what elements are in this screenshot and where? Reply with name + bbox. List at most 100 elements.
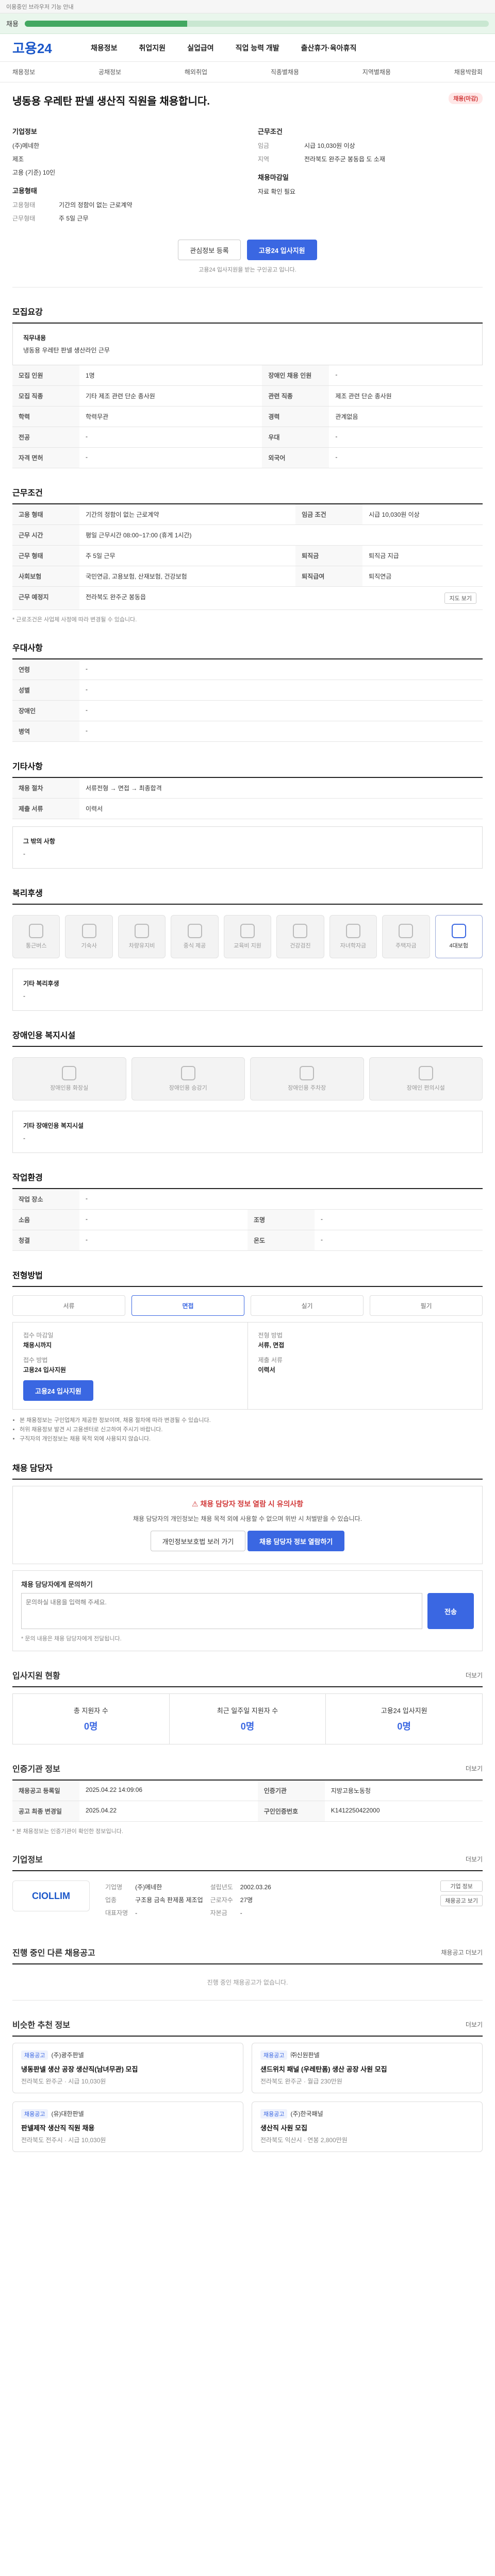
pref-value: - — [79, 721, 483, 742]
similar-card-0[interactable]: 채용공고 (주)광주판넬 냉동판넬 생산 공장 생산직(남녀무관) 모집 전라북도 완… — [12, 2043, 243, 2093]
company-value: 2002.03.26 — [240, 1883, 271, 1891]
warning-icon: ⚠ — [191, 1500, 201, 1508]
other-value: 서류전형 → 면접 → 최종합격 — [79, 778, 483, 799]
gnb-item-leave[interactable]: 출산휴가·육아휴직 — [301, 43, 357, 53]
apply-value: 채용시까지 — [23, 1342, 52, 1349]
disabled-extra-text: - — [23, 1134, 25, 1142]
env-value: - — [79, 1209, 248, 1230]
other-value: 이력서 — [79, 798, 483, 819]
card-company: (주)광주판넬 — [51, 2052, 84, 2059]
pref-key: 장애인 — [12, 700, 79, 721]
welfare-icon — [451, 924, 466, 938]
privacy-law-button[interactable]: 개인정보보호법 보러 가기 — [150, 1531, 246, 1551]
subnav-item-3[interactable]: 직종별채용 — [271, 67, 299, 76]
pref-value: - — [79, 680, 483, 701]
inquiry-box: 채용 담당자에게 문의하기 전송 * 문의 내용은 채용 담당자에게 전달됩니다… — [12, 1570, 483, 1651]
env-key: 청결 — [12, 1230, 79, 1251]
card-title: 냉동판넬 생산 공장 생산직(남녀무관) 모집 — [21, 2065, 138, 2073]
subnav-item-4[interactable]: 지역별채용 — [362, 67, 391, 76]
card-company: (주)한국패널 — [290, 2110, 323, 2117]
cond-key: 퇴직금 — [295, 545, 363, 566]
other-table: 채용 절차 서류전형 → 면접 → 최종합격 제출 서류 이력서 — [12, 778, 483, 819]
welfare-icon — [345, 924, 360, 938]
disabled-facility-item-2: 장애인용 주차장 — [250, 1057, 364, 1100]
env-key: 소음 — [12, 1209, 79, 1230]
recruit-key: 모집 인원 — [12, 365, 79, 386]
pref-value: - — [79, 659, 483, 680]
certified-table: 채용공고 등록일 2025.04.22 14:09:06 인증기관 지방고용노동청 공… — [12, 1781, 483, 1822]
welfare-section: 복리후생 통근버스 기숙사 차량유지비 중식 제공 교육비 지원 건강검진 자녀학자금 주택자… — [12, 886, 483, 1011]
map-button[interactable]: 지도 보기 — [444, 592, 476, 604]
similar-card-3[interactable]: 채용공고 (주)한국패널 생산직 사원 모집 전라북도 익산시 · 연봉 2,800만… — [252, 2102, 483, 2152]
environment-table: 작업 장소 - 소음 - 조명 - 청결 - 온도 - — [12, 1189, 483, 1251]
company-key: 대표자명 — [105, 1909, 128, 1917]
similar-card-1[interactable]: 채용공고 ㈜신원판넬 샌드위치 패널 (우레탄폼) 생산 공장 사원 모집 전라북도 … — [252, 2043, 483, 2093]
apply-note: 고용24 입사지원을 받는 구인공고 입니다. — [199, 267, 296, 273]
ongoing-title: 진행 중인 다른 채용공고 — [12, 1949, 95, 1958]
gnb-item-training[interactable]: 직업 능력 개발 — [236, 43, 279, 53]
recruit-value: 학력무관 — [79, 406, 262, 427]
apply-button-2[interactable]: 고용24 입사지원 — [23, 1380, 93, 1401]
site-logo[interactable]: 고용24 — [12, 38, 69, 57]
save-interest-button[interactable]: 관심정보 등록 — [178, 240, 241, 260]
disabled-title: 장애인용 복지시설 — [12, 1028, 483, 1047]
stats-more-link[interactable]: 더보기 — [466, 1671, 483, 1680]
process-section: 전형방법 서류 면접 실기 필기 접수 마감일 채용시까지 접수 방법 고용24 입사… — [12, 1268, 483, 1444]
disabled-facility-icon — [300, 1066, 315, 1080]
gnb-item-support[interactable]: 취업지원 — [139, 43, 166, 53]
cond-key: 사회보험 — [12, 566, 79, 587]
deadline-head: 채용마감일 — [258, 174, 289, 181]
inquiry-input[interactable] — [21, 1593, 422, 1629]
conditions-title: 근무조건 — [12, 486, 483, 504]
inquiry-notice: * 문의 내용은 채용 담당자에게 전달됩니다. — [21, 1636, 122, 1642]
other-title: 기타사항 — [12, 759, 483, 778]
apply-value: 서류, 면접 — [258, 1342, 285, 1349]
disabled-facility-item-3: 장애인 편의시설 — [369, 1057, 483, 1100]
disabled-facility-item-0: 장애인용 화장실 — [12, 1057, 126, 1100]
similar-title: 비슷한 추천 정보 — [12, 2021, 70, 2030]
card-meta: 전라북도 완주군 · 시급 10,030원 — [21, 2078, 106, 2085]
company-jobs-button[interactable]: 채용공고 보기 — [440, 1895, 483, 1906]
company-value: 구조용 금속 판제품 제조업 — [135, 1896, 203, 1904]
stat-label: 최근 일주일 지원자 수 — [217, 1707, 278, 1715]
company-info-button[interactable]: 기업 정보 — [440, 1880, 483, 1892]
certified-more-link[interactable]: 더보기 — [466, 1764, 483, 1773]
inquiry-title: 채용 담당자에게 문의하기 — [21, 1581, 93, 1588]
view-contact-button[interactable]: 채용 담당자 정보 열람하기 — [248, 1531, 345, 1551]
cert-value: 2025.04.22 14:09:06 — [79, 1781, 258, 1801]
apply-key: 제출 서류 — [258, 1357, 283, 1364]
other-sub-text: - — [23, 850, 25, 857]
recruit-section: 모집요강 직무내용 냉동용 우레탄 판넬 생산라인 근무 모집 인원 1명 장애인 … — [12, 305, 483, 468]
inquiry-send-button[interactable]: 전송 — [427, 1593, 474, 1629]
ongoing-empty: 진행 중인 채용공고가 없습니다. — [12, 1964, 483, 2001]
apply-button[interactable]: 고용24 입사지원 — [246, 240, 317, 260]
job-title: 냉동용 우레탄 판넬 생산직 직원을 채용합니다. — [12, 96, 210, 107]
similar-section: 비슷한 추천 정보 더보기 채용공고 (주)광주판넬 냉동판넬 생산 공장 생산직(… — [12, 2018, 483, 2152]
work-value-1: 전라북도 완주군 봉동읍 도 소재 — [304, 156, 385, 163]
recruit-key: 전공 — [12, 427, 79, 448]
contact-warning: ⚠ 채용 담당자 정보 열람 시 유의사항 — [25, 1499, 470, 1509]
cert-value: 2025.04.22 — [79, 1801, 258, 1822]
other-section: 기타사항 채용 절차 서류전형 → 면접 → 최종합격 제출 서류 이력서 그 밖의… — [12, 759, 483, 869]
gnb-item-benefit[interactable]: 실업급여 — [187, 43, 214, 53]
browser-notice[interactable]: 이용중인 브라우저 기능 안내 — [6, 3, 74, 11]
company-head: 기업정보 — [12, 128, 37, 135]
subnav-item-0[interactable]: 채용정보 — [12, 67, 35, 76]
pref-key: 성별 — [12, 680, 79, 701]
ongoing-more-link[interactable]: 채용공고 더보기 — [441, 1948, 483, 1957]
subnav-item-5[interactable]: 채용박람회 — [454, 67, 483, 76]
gnb-item-jobs[interactable]: 채용정보 — [91, 43, 118, 53]
apply-notices: 본 채용정보는 구인업체가 제공한 정보이며, 채용 절차에 따라 변경될 수 … — [12, 1416, 483, 1444]
subnav-item-1[interactable]: 공채정보 — [98, 67, 121, 76]
deadline-value: 자료 확인 필요 — [258, 188, 295, 195]
company-more-link[interactable]: 더보기 — [466, 1855, 483, 1863]
company-section: 기업정보 더보기 CIOLLIM 기업명 (주)메네한 설립년도 2002.03.26… — [12, 1853, 483, 1928]
preference-section: 우대사항 연령 - 성별 - 장애인 - 병역 - — [12, 641, 483, 742]
subnav-item-2[interactable]: 해외취업 — [185, 67, 207, 76]
contact-warn-text: 채용 담당자 정보 열람 시 유의사항 — [200, 1500, 304, 1508]
contact-desc: 채용 담당자의 개인정보는 채용 목적 외에 사용할 수 없으며 위반 시 처벌… — [133, 1515, 362, 1522]
recruit-key: 우대 — [262, 427, 329, 448]
similar-card-2[interactable]: 채용공고 (유)대한판넬 판넬제작 생산직 직원 채용 전라북도 전주시 · 시급 1… — [12, 2102, 243, 2152]
welfare-icon — [81, 924, 96, 938]
similar-more-link[interactable]: 더보기 — [466, 2020, 483, 2029]
